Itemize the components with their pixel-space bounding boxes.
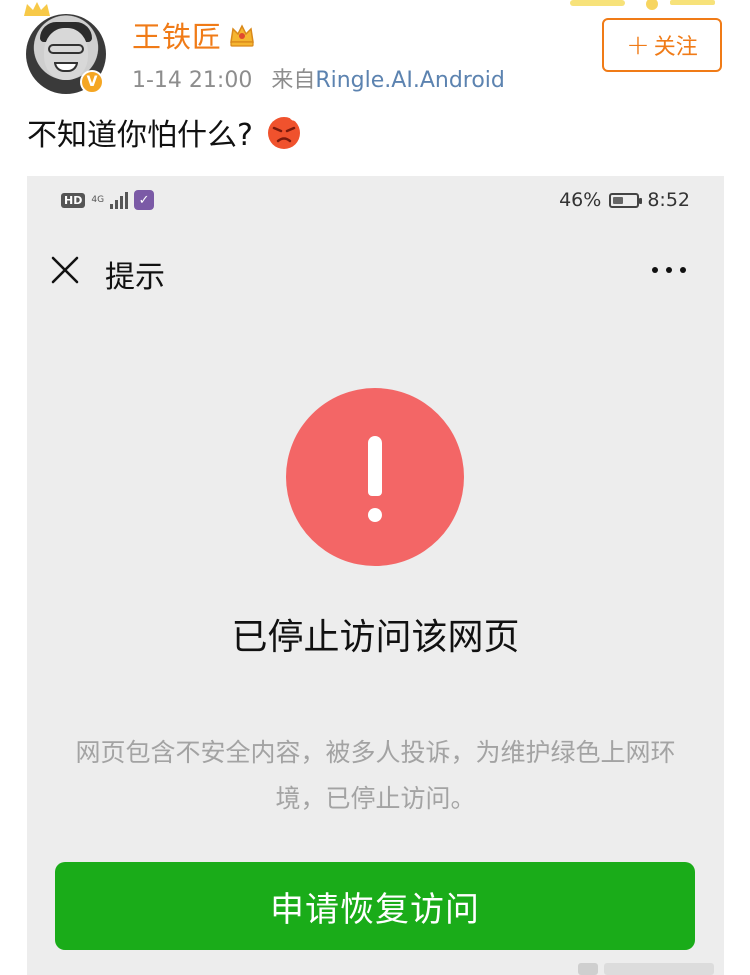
avatar-glasses: [48, 44, 84, 54]
nav-bar: 提示: [27, 234, 724, 308]
crown-vip-icon: [230, 24, 254, 47]
status-bar-right: 46% 8:52: [559, 189, 690, 211]
angry-face-emoji-icon: [267, 113, 300, 149]
status-bar: HD 4G ✓ 46% 8:52: [27, 176, 724, 226]
nav-title: 提示: [105, 260, 165, 295]
post-time: 1-14 21:00: [132, 68, 253, 93]
post-body: 不知道你怕什么?: [27, 110, 303, 154]
post-source-link[interactable]: Ringle.AI.Android: [315, 68, 505, 93]
close-icon[interactable]: [49, 254, 81, 286]
embedded-phone-screenshot: HD 4G ✓ 46% 8:52 提示 已停止访问该网页 网页包含不安全内容，被…: [27, 176, 724, 975]
avatar-face: [44, 28, 88, 80]
blocked-description: 网页包含不安全内容，被多人投诉，为维护绿色上网环境，已停止访问。: [75, 738, 676, 813]
watermark-icon: [578, 963, 714, 975]
signal-bars-icon: [110, 191, 129, 209]
username[interactable]: 王铁匠: [132, 14, 222, 56]
plus-icon: +: [626, 28, 650, 61]
top-decoration-icon: [570, 0, 715, 10]
username-row[interactable]: 王铁匠: [132, 14, 256, 56]
battery-percent: 46%: [559, 189, 602, 211]
network-type: 4G: [91, 194, 105, 205]
post-text: 不知道你怕什么?: [27, 118, 253, 153]
hd-icon: HD: [61, 192, 86, 208]
more-options-icon[interactable]: [652, 267, 686, 273]
follow-label: 关注: [653, 35, 698, 60]
warning-exclamation-icon: [286, 388, 464, 566]
status-bar-left: HD 4G ✓: [61, 190, 155, 210]
blocked-page-content: 已停止访问该网页 网页包含不安全内容，被多人投诉，为维护绿色上网环境，已停止访问…: [27, 308, 724, 975]
follow-button[interactable]: + 关注: [602, 18, 722, 72]
battery-fill: [613, 196, 624, 204]
blocked-headline: 已停止访问该网页: [231, 617, 520, 658]
crown-decoration-icon: [24, 2, 50, 16]
battery-icon: [609, 192, 643, 208]
verified-icon: V: [80, 70, 104, 94]
request-restore-access-button[interactable]: 申请恢复访问: [55, 862, 695, 950]
post-source-prefix: 来自: [271, 68, 316, 93]
app-notification-icon: ✓: [134, 190, 155, 210]
status-time: 8:52: [647, 189, 690, 211]
post-meta: 1-14 21:00 来自Ringle.AI.Android: [132, 62, 505, 94]
